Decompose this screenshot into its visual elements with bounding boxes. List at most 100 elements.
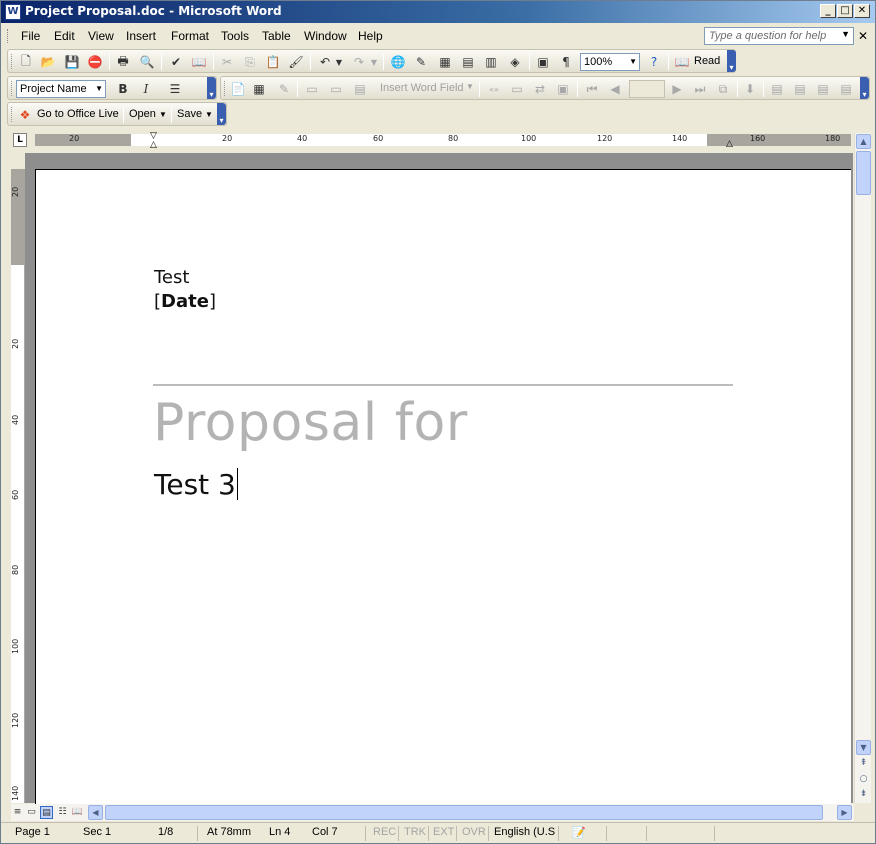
view-merged-data-icon[interactable]: «» — [485, 80, 503, 98]
web-layout-view-icon[interactable]: ▭ — [25, 806, 38, 819]
status-ovr[interactable]: OVR — [462, 826, 486, 841]
minimize-button[interactable]: _ — [820, 4, 836, 18]
help-icon[interactable]: ? — [645, 53, 663, 71]
first-record-icon[interactable]: ⏮ — [583, 80, 601, 98]
chevron-down-icon[interactable]: ▼ — [466, 82, 474, 91]
spelling-icon[interactable]: ✔ — [167, 53, 185, 71]
date-field[interactable]: [Date] — [154, 291, 216, 312]
reading-layout-view-icon[interactable]: 📖 — [71, 806, 84, 819]
tab-selector[interactable]: L — [13, 133, 27, 147]
close-document-icon[interactable]: ✕ — [858, 29, 868, 43]
insert-excel-icon[interactable]: ▤ — [459, 53, 477, 71]
menu-window[interactable]: Window — [304, 29, 347, 43]
hyperlink-icon[interactable]: 🌐 — [389, 53, 407, 71]
chevron-down-icon[interactable]: ▼ — [95, 84, 103, 93]
menu-file[interactable]: File — [21, 29, 40, 43]
main-document-setup-icon[interactable]: 📄 — [229, 80, 247, 98]
office-live-icon[interactable]: ❖ — [16, 106, 34, 124]
scroll-down-icon[interactable]: ▼ — [856, 740, 871, 755]
toolbar-grip[interactable] — [224, 81, 226, 96]
research-icon[interactable]: 📖 — [190, 53, 208, 71]
horizontal-scroll-thumb[interactable] — [105, 805, 823, 820]
print-icon[interactable]: 🖶 — [114, 53, 132, 71]
toolbar-options-icon[interactable]: ▾ — [860, 77, 869, 99]
word-doc-icon[interactable]: W — [5, 4, 21, 20]
format-painter-icon[interactable]: 🖌 — [287, 53, 305, 71]
next-page-icon[interactable]: ⇟ — [856, 788, 871, 803]
next-record-icon[interactable]: ▶ — [668, 80, 686, 98]
check-errors-icon[interactable]: ⬇ — [741, 80, 759, 98]
open-data-source-icon[interactable]: ▦ — [250, 80, 268, 98]
outline-view-icon[interactable]: ☷ — [56, 806, 69, 819]
chevron-down-icon[interactable]: ▼ — [159, 110, 167, 119]
insert-greeting-icon[interactable]: ▭ — [327, 80, 345, 98]
undo-icon[interactable]: ↶ — [316, 53, 334, 71]
read-button[interactable]: Read — [694, 55, 720, 67]
recipients-icon[interactable]: ✎ — [275, 80, 293, 98]
redo-dropdown-icon[interactable]: ▼ — [369, 53, 379, 71]
propagate-labels-icon[interactable]: ▣ — [554, 80, 572, 98]
insert-merge-fields-icon[interactable]: ▤ — [351, 80, 369, 98]
vertical-scroll-thumb[interactable] — [856, 151, 871, 195]
horizontal-ruler[interactable]: L 20 20 40 60 80 100 120 140 160 180 ▽ △… — [11, 131, 853, 151]
vertical-scrollbar[interactable]: ▲ ▼ ⇞ ○ ⇟ — [854, 133, 871, 803]
insert-word-field-button[interactable]: Insert Word Field — [380, 82, 464, 94]
record-number-field[interactable] — [629, 80, 665, 98]
spelling-status-icon[interactable]: 📝 — [572, 826, 586, 841]
menu-tools[interactable]: Tools — [221, 29, 249, 43]
previous-record-icon[interactable]: ◀ — [606, 80, 624, 98]
status-ext[interactable]: EXT — [433, 826, 454, 841]
chevron-down-icon[interactable]: ▼ — [841, 29, 850, 39]
help-question-box[interactable]: Type a question for help ▼ — [704, 27, 854, 45]
paste-icon[interactable]: 📋 — [264, 53, 282, 71]
redo-icon[interactable]: ↷ — [350, 53, 368, 71]
menu-insert[interactable]: Insert — [126, 29, 156, 43]
select-browse-object-icon[interactable]: ○ — [856, 773, 871, 788]
toolbar-grip[interactable] — [11, 81, 13, 96]
toolbar-grip[interactable] — [11, 107, 13, 122]
status-rec[interactable]: REC — [373, 826, 396, 841]
tables-borders-icon[interactable]: ✎ — [412, 53, 430, 71]
merge-to-printer-icon[interactable]: ▤ — [791, 80, 809, 98]
menu-edit[interactable]: Edit — [54, 29, 75, 43]
highlight-fields-icon[interactable]: ▭ — [508, 80, 526, 98]
columns-icon[interactable]: ▥ — [482, 53, 500, 71]
save-button[interactable]: Save — [177, 108, 202, 120]
client-name[interactable]: Test 3 — [154, 468, 238, 501]
previous-page-icon[interactable]: ⇞ — [856, 757, 871, 772]
open-folder-icon[interactable]: 📂 — [39, 53, 57, 71]
zoom-combo[interactable]: 100% ▼ — [580, 53, 640, 71]
normal-view-icon[interactable]: ≡ — [11, 806, 24, 819]
scroll-right-icon[interactable]: ▶ — [837, 805, 852, 820]
open-button[interactable]: Open — [129, 108, 156, 120]
align-center-icon[interactable]: ☰ — [166, 80, 184, 98]
undo-dropdown-icon[interactable]: ▼ — [334, 53, 344, 71]
scroll-up-icon[interactable]: ▲ — [856, 134, 871, 149]
menu-format[interactable]: Format — [171, 29, 209, 43]
print-layout-view-icon[interactable]: ▤ — [40, 806, 53, 819]
menu-table[interactable]: Table — [262, 29, 291, 43]
save-icon[interactable]: 💾 — [63, 53, 81, 71]
merge-to-email-icon[interactable]: ▤ — [814, 80, 832, 98]
style-combo[interactable]: Project Name ▼ — [16, 80, 106, 98]
chevron-down-icon[interactable]: ▼ — [205, 110, 213, 119]
italic-icon[interactable]: I — [137, 80, 155, 98]
close-button[interactable]: ✕ — [854, 4, 870, 18]
toolbar-options-icon[interactable]: ▾ — [217, 103, 226, 125]
maximize-button[interactable]: □ — [837, 4, 853, 18]
copy-icon[interactable]: ⎘ — [241, 53, 259, 71]
toolbar-options-icon[interactable]: ▾ — [727, 50, 736, 72]
read-mode-icon[interactable]: 📖 — [673, 53, 691, 71]
status-language[interactable]: English (U.S — [494, 826, 555, 841]
show-hide-icon[interactable]: ¶ — [557, 53, 575, 71]
hanging-indent-marker[interactable]: △ — [150, 140, 157, 150]
go-to-office-live-button[interactable]: Go to Office Live — [37, 108, 119, 120]
find-entry-icon[interactable]: ⧉ — [714, 80, 732, 98]
menubar-grip[interactable] — [7, 29, 10, 43]
new-document-icon[interactable]: 🗋 — [17, 53, 35, 71]
insert-address-block-icon[interactable]: ▭ — [303, 80, 321, 98]
right-indent-marker[interactable]: △ — [726, 139, 733, 149]
permission-icon[interactable]: ⛔ — [86, 53, 104, 71]
toolbar-options-icon[interactable]: ▾ — [207, 77, 216, 99]
drawing-icon[interactable]: ◈ — [506, 53, 524, 71]
